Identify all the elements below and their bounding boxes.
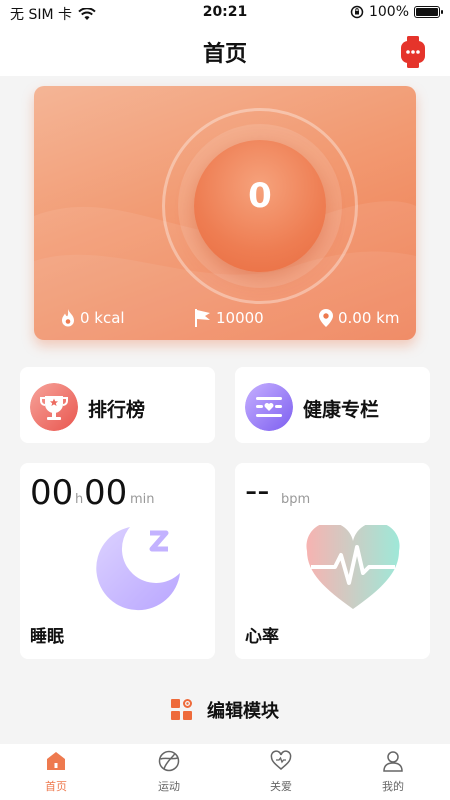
health-column-label: 健康专栏 <box>303 399 380 421</box>
distance-stat: 0.00 km <box>318 308 399 328</box>
goal-value: 10000 <box>216 309 264 327</box>
heart-rate-icon <box>306 525 400 609</box>
moon-icon <box>96 527 180 611</box>
sleep-tile[interactable]: 00 h 00 min 睡眠 <box>20 463 215 659</box>
location-pin-icon <box>319 309 333 327</box>
heart-rate-tile[interactable]: -- bpm 心率 <box>235 463 430 659</box>
battery-fill <box>416 8 438 16</box>
tab-care-label: 关爱 <box>270 780 292 793</box>
flame-icon <box>62 309 74 327</box>
battery-icon <box>414 6 443 18</box>
tab-profile[interactable]: 我的 <box>353 750 433 794</box>
tab-care[interactable]: 关爱 <box>241 750 321 794</box>
tab-sport-label: 运动 <box>158 780 180 793</box>
ranking-label: 排行榜 <box>88 399 146 421</box>
health-column-icon <box>245 383 293 431</box>
trophy-icon <box>30 383 78 431</box>
care-icon <box>270 750 292 770</box>
steps-summary-card[interactable]: 0 0 kcal 10000 0.00 km <box>34 86 416 340</box>
edit-modules-label: 编辑模块 <box>207 701 279 722</box>
heart-rate-unit: bpm <box>281 492 311 507</box>
tab-home[interactable]: 首页 <box>16 750 96 794</box>
grid-settings-icon <box>171 699 192 720</box>
bottom-tab-bar: 首页 运动 关爱 我的 <box>0 744 450 800</box>
sleep-label: 睡眠 <box>30 627 64 647</box>
battery-percent: 100% <box>368 4 409 20</box>
heart-rate-label: 心率 <box>245 627 279 647</box>
health-column-card[interactable]: 健康专栏 <box>235 367 430 443</box>
sleep-hours: 00 <box>30 473 74 513</box>
ranking-card[interactable]: 排行榜 <box>20 367 215 443</box>
heart-rate-value: -- <box>245 471 270 511</box>
goal-stat: 10000 <box>194 308 264 328</box>
calories-value: 0 kcal <box>80 309 125 327</box>
rotation-lock-icon <box>350 5 364 19</box>
status-bar: 无 SIM 卡 20:21 100% <box>0 0 450 26</box>
tab-sport[interactable]: 运动 <box>129 750 209 794</box>
flag-icon <box>195 309 210 327</box>
edit-modules-button[interactable]: 编辑模块 <box>0 694 450 726</box>
page-title: 首页 <box>202 42 247 67</box>
distance-value: 0.00 km <box>338 309 400 327</box>
watch-icon[interactable] <box>400 36 426 68</box>
sleep-minutes-unit: min <box>130 492 155 507</box>
tab-home-label: 首页 <box>45 780 67 793</box>
sleep-hours-unit: h <box>75 492 84 507</box>
home-icon <box>47 752 65 770</box>
profile-icon <box>383 751 403 772</box>
calories-stat: 0 kcal <box>60 308 125 328</box>
sport-icon <box>158 750 180 772</box>
sleep-minutes: 00 <box>84 473 128 513</box>
header: 首页 <box>0 26 450 76</box>
tab-profile-label: 我的 <box>382 780 404 793</box>
steps-count: 0 <box>248 176 272 216</box>
